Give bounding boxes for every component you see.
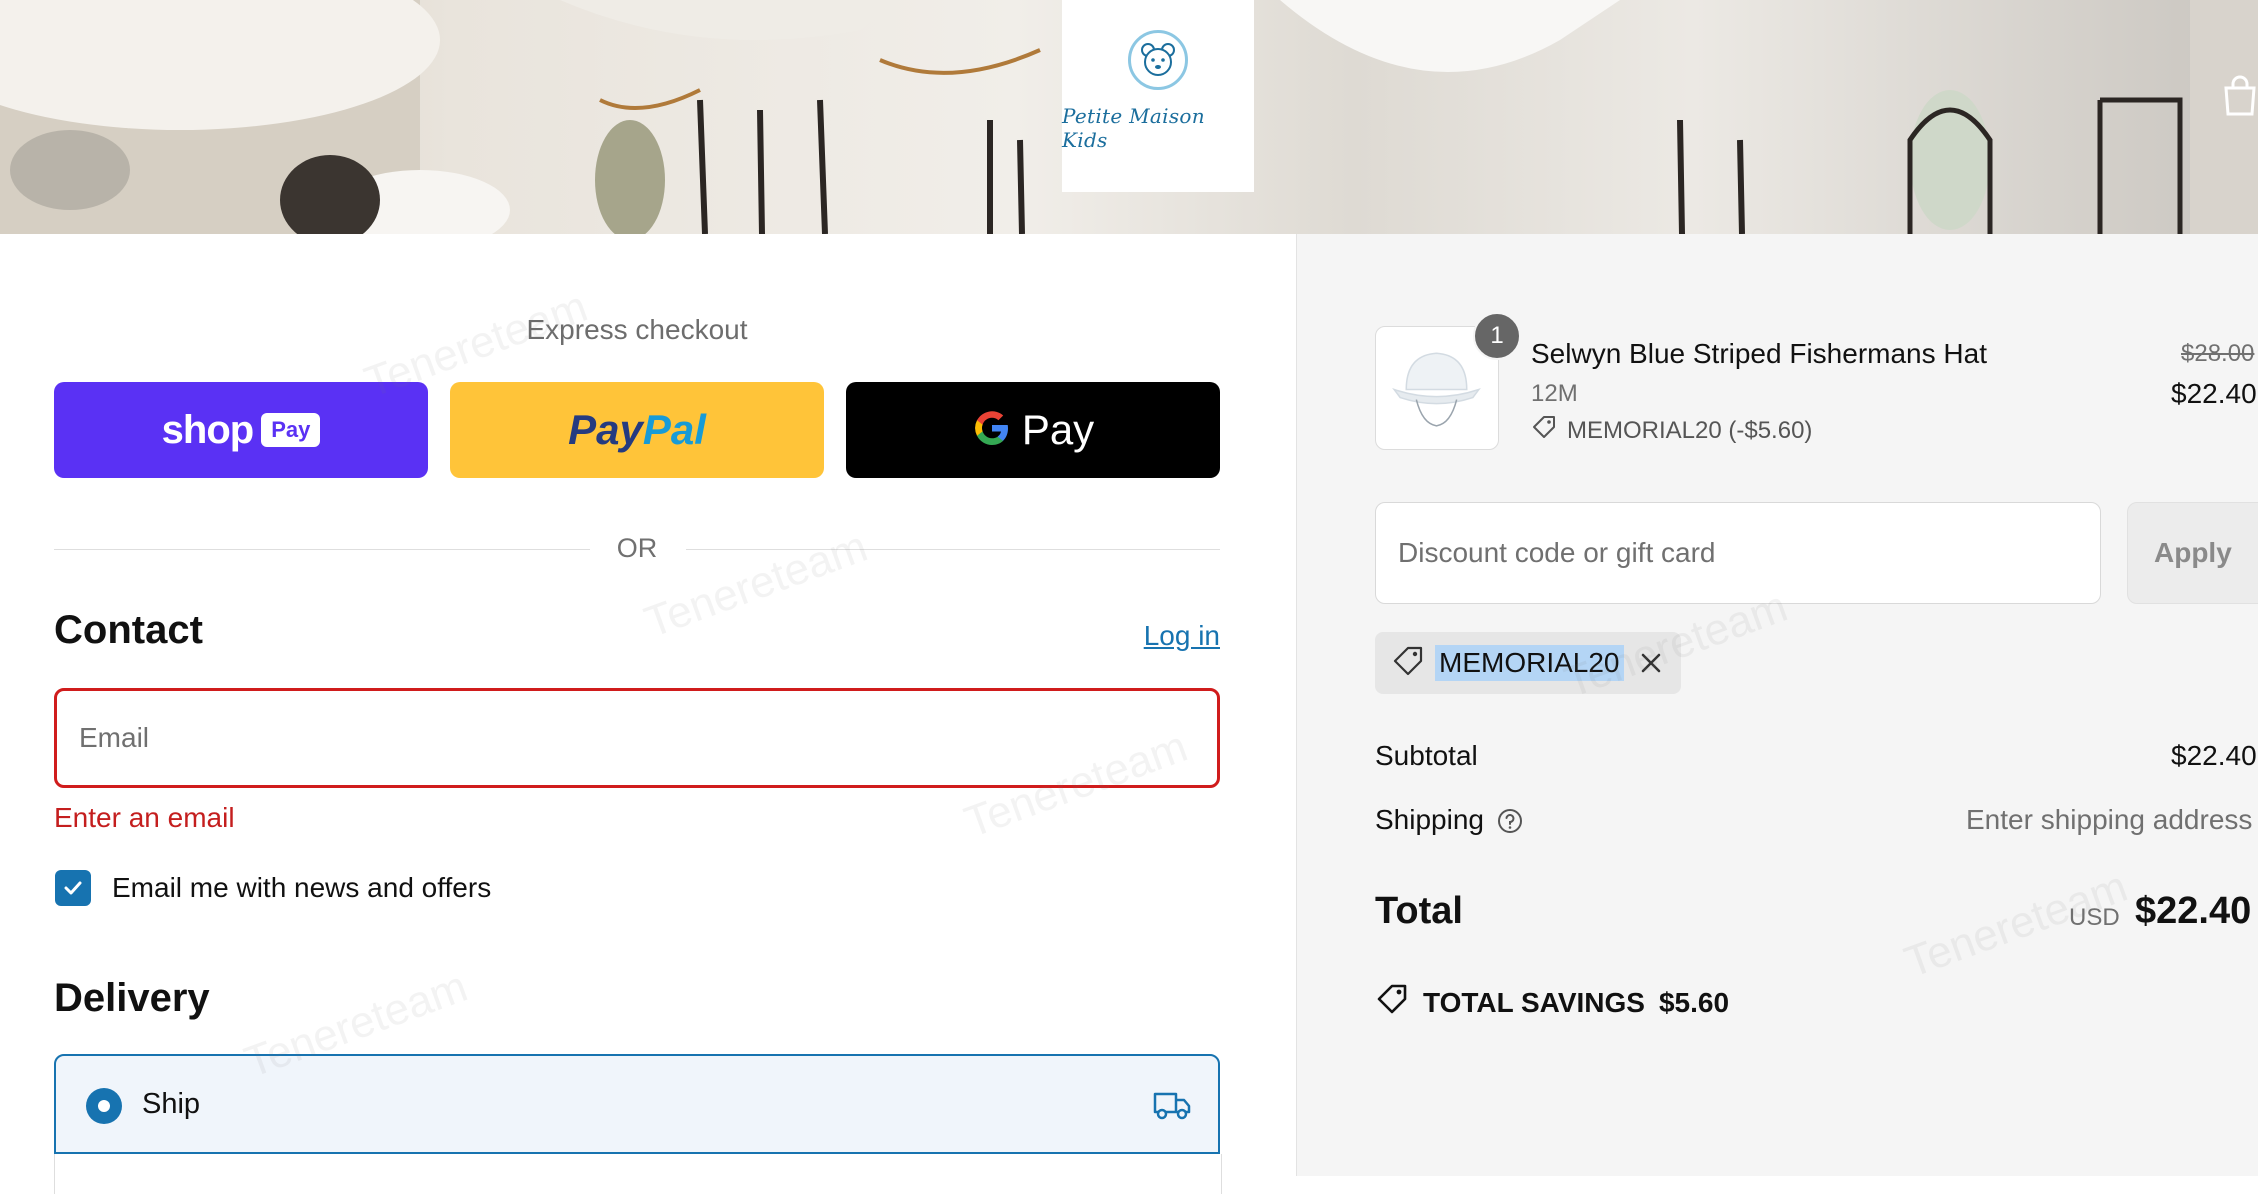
paypal-button[interactable]: PayPal — [450, 382, 824, 478]
header-banner: Petite Maison Kids — [0, 0, 2258, 234]
delivery-title: Delivery — [54, 976, 210, 1020]
savings-value: $5.60 — [1658, 986, 1730, 1018]
apply-discount-button[interactable]: Apply — [2127, 502, 2258, 604]
contact-title: Contact — [54, 608, 203, 652]
shop-pay-wordmark: shop — [161, 407, 255, 452]
original-price: $28.00 — [2181, 340, 2255, 367]
remove-discount-icon[interactable] — [1638, 650, 1664, 676]
delivery-option-ship[interactable]: Ship — [54, 1054, 1220, 1154]
shipping-label: Shipping — [1375, 804, 1484, 835]
google-g-icon — [972, 408, 1012, 453]
product-name: Selwyn Blue Striped Fishermans Hat — [1531, 338, 1987, 369]
discount-code-input[interactable] — [1375, 502, 2101, 604]
total-label: Total — [1375, 890, 1463, 932]
shipping-value: Enter shipping address — [1966, 804, 2253, 835]
paypal-wordmark: PayPal — [568, 406, 706, 453]
newsletter-checkbox[interactable] — [55, 870, 91, 906]
shop-pay-badge: Pay — [261, 413, 321, 447]
item-discount-text: MEMORIAL20 (-$5.60) — [1567, 416, 1813, 444]
cart-icon[interactable] — [2220, 74, 2258, 123]
truck-icon — [1152, 1086, 1192, 1127]
gpay-wordmark: Pay — [1021, 406, 1095, 453]
order-summary-column: 1 Selwyn Blue Striped Fishermans Hat 12M… — [1296, 234, 2258, 1176]
email-field[interactable] — [54, 688, 1220, 788]
applied-discount-code: MEMORIAL20 — [1435, 645, 1624, 681]
or-divider: OR — [54, 529, 1220, 569]
subtotal-label: Subtotal — [1375, 740, 1478, 771]
subtotal-value: $22.40 — [2171, 740, 2257, 771]
total-value: $22.40 — [2135, 890, 2252, 932]
currency-code: USD — [2069, 904, 2120, 931]
savings-tag-icon — [1375, 982, 1409, 1023]
applied-discount-chip: MEMORIAL20 — [1375, 632, 1681, 694]
item-discount-line: MEMORIAL20 (-$5.60) — [1531, 414, 1812, 447]
savings-label: TOTAL SAVINGS — [1423, 986, 1645, 1018]
google-pay-button[interactable]: Pay — [846, 382, 1220, 478]
quantity-badge: 1 — [1473, 312, 1521, 360]
express-checkout-label: Express checkout — [526, 314, 748, 345]
discounted-price: $22.40 — [2171, 378, 2257, 409]
or-label: OR — [616, 533, 658, 563]
email-error-message: Enter an email — [54, 802, 235, 833]
login-link[interactable]: Log in — [1144, 620, 1220, 652]
total-savings: TOTAL SAVINGS $5.60 — [1375, 982, 1729, 1023]
delivery-option-next[interactable] — [54, 1154, 1222, 1194]
newsletter-label: Email me with news and offers — [112, 872, 492, 903]
bear-logo-icon — [1128, 30, 1188, 90]
tag-icon — [1391, 644, 1425, 683]
shop-pay-button[interactable]: shop Pay — [54, 382, 428, 478]
ship-radio[interactable] — [86, 1088, 122, 1124]
product-variant: 12M — [1531, 380, 1578, 407]
checkout-form-column: Express checkout shop Pay PayPal Pay OR … — [0, 234, 1296, 1194]
tag-icon — [1531, 414, 1557, 447]
ship-label: Ship — [142, 1088, 201, 1120]
help-icon[interactable] — [1497, 808, 1523, 839]
checkmark-icon — [64, 881, 82, 895]
store-logo[interactable]: Petite Maison Kids — [1062, 0, 1254, 192]
brand-name: Petite Maison Kids — [1062, 104, 1205, 152]
